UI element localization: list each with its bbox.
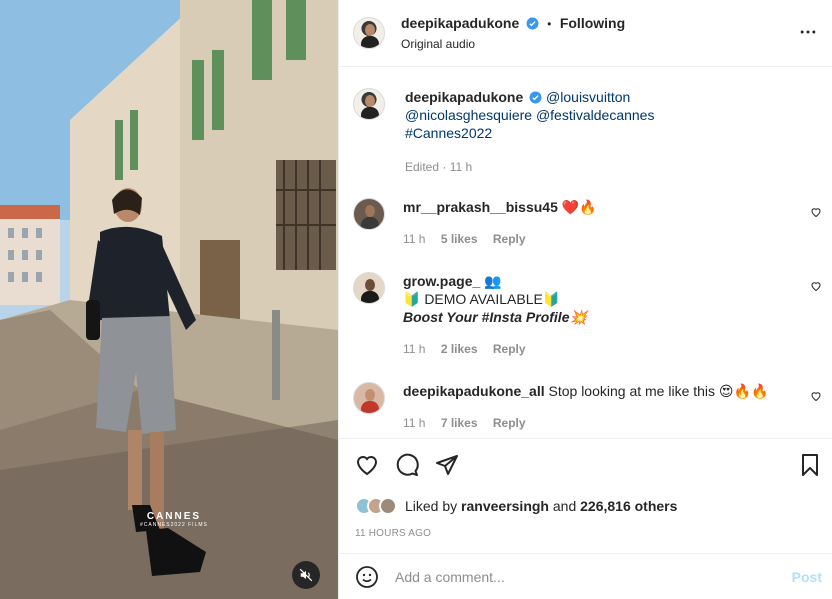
reply-button[interactable]: Reply <box>493 342 526 356</box>
reply-button[interactable]: Reply <box>493 232 526 246</box>
emoji-smiley-icon[interactable] <box>355 565 379 589</box>
comments-section[interactable]: deepikapadukone @louisvuitton @nicolasgh… <box>339 68 832 438</box>
save-bookmark-icon[interactable] <box>798 453 822 477</box>
comment-bubble-icon[interactable] <box>395 453 419 477</box>
commenter-avatar[interactable] <box>353 198 385 230</box>
comment-like-heart-icon[interactable] <box>810 206 822 218</box>
comment-item: grow.page_ 👥 🔰 DEMO AVAILABLE🔰 Boost You… <box>353 272 822 358</box>
mention-louisvuitton[interactable]: @louisvuitton <box>546 89 630 105</box>
comment-text: ❤️🔥 <box>561 199 597 215</box>
commenter-username[interactable]: grow.page_ <box>403 273 480 289</box>
comment-time[interactable]: 11 h <box>403 232 425 246</box>
like-heart-icon[interactable] <box>355 453 379 477</box>
cannes-watermark: CANNES #CANNES2022 FILMS <box>140 511 208 528</box>
verified-badge-icon <box>526 17 539 30</box>
comment-item: mr__prakash__bissu45 ❤️🔥 11 h 5 likes Re… <box>353 198 822 248</box>
more-options-icon[interactable] <box>798 22 818 42</box>
liked-by-user[interactable]: ranveersingh <box>461 498 549 514</box>
commenter-avatar[interactable] <box>353 382 385 414</box>
commenter-avatar[interactable] <box>353 272 385 304</box>
comment-line-2: 🔰 DEMO AVAILABLE🔰 <box>403 291 561 307</box>
share-paper-plane-icon[interactable] <box>435 453 459 477</box>
watermark-title: CANNES <box>146 511 202 522</box>
liked-by-and: and <box>552 498 577 514</box>
mute-button[interactable] <box>292 561 320 589</box>
caption-avatar[interactable] <box>353 88 385 120</box>
comment-likes[interactable]: 2 likes <box>441 342 478 356</box>
commenter-username[interactable]: mr__prakash__bissu45 <box>403 199 558 215</box>
comment-like-heart-icon[interactable] <box>810 390 822 402</box>
audio-label[interactable]: Original audio <box>401 37 625 51</box>
caption-username[interactable]: deepikapadukone <box>405 89 523 105</box>
mention-line-2[interactable]: @nicolasghesquiere @festivaldecannes <box>405 107 654 123</box>
hashtag-cannes2022[interactable]: #Cannes2022 <box>405 125 492 141</box>
reply-button[interactable]: Reply <box>493 416 526 430</box>
comment-time[interactable]: 11 h <box>403 416 425 430</box>
post-photo <box>0 0 338 599</box>
post-comment-button[interactable]: Post <box>792 569 822 585</box>
comment-time[interactable]: 11 h <box>403 342 425 356</box>
post-timestamp[interactable]: 11 HOURS AGO <box>355 528 431 539</box>
separator-dot: • <box>547 17 552 31</box>
post-media[interactable]: CANNES #CANNES2022 FILMS <box>0 0 338 599</box>
liked-by-others[interactable]: 226,816 others <box>580 498 677 514</box>
comment-input[interactable] <box>395 568 775 585</box>
likes-summary: Liked by ranveersingh and 226,816 others <box>355 497 677 515</box>
following-button[interactable]: Following <box>560 15 625 31</box>
caption: deepikapadukone @louisvuitton @nicolasgh… <box>353 88 822 176</box>
speaker-muted-icon <box>299 568 313 582</box>
commenter-username[interactable]: deepikapadukone_all <box>403 383 545 399</box>
comment-composer: Post <box>339 553 832 599</box>
author-avatar[interactable] <box>353 17 385 49</box>
post-actions: Liked by ranveersingh and 226,816 others… <box>339 438 832 553</box>
liker-avatar[interactable] <box>379 497 397 515</box>
verified-badge-icon <box>529 91 542 104</box>
author-meta: deepikapadukone • Following Original aud… <box>401 15 625 51</box>
watermark-subtitle: #CANNES2022 FILMS <box>140 522 208 528</box>
comment-likes[interactable]: 7 likes <box>441 416 478 430</box>
comment-likes[interactable]: 5 likes <box>441 232 478 246</box>
comment-text: Stop looking at me like this 😍🔥🔥 <box>548 383 769 399</box>
author-username[interactable]: deepikapadukone <box>401 15 519 31</box>
comment-line-3: Boost Your #Insta Profile💥 <box>403 309 587 325</box>
comment-like-heart-icon[interactable] <box>810 280 822 292</box>
comment-item: deepikapadukone_all Stop looking at me l… <box>353 382 822 432</box>
comment-emoji: 👥 <box>484 273 502 289</box>
liked-by-prefix: Liked by <box>405 498 458 514</box>
post-side-panel: deepikapadukone • Following Original aud… <box>338 0 832 599</box>
post-header: deepikapadukone • Following Original aud… <box>339 0 832 67</box>
caption-edited-time: Edited · 11 h <box>405 160 473 174</box>
